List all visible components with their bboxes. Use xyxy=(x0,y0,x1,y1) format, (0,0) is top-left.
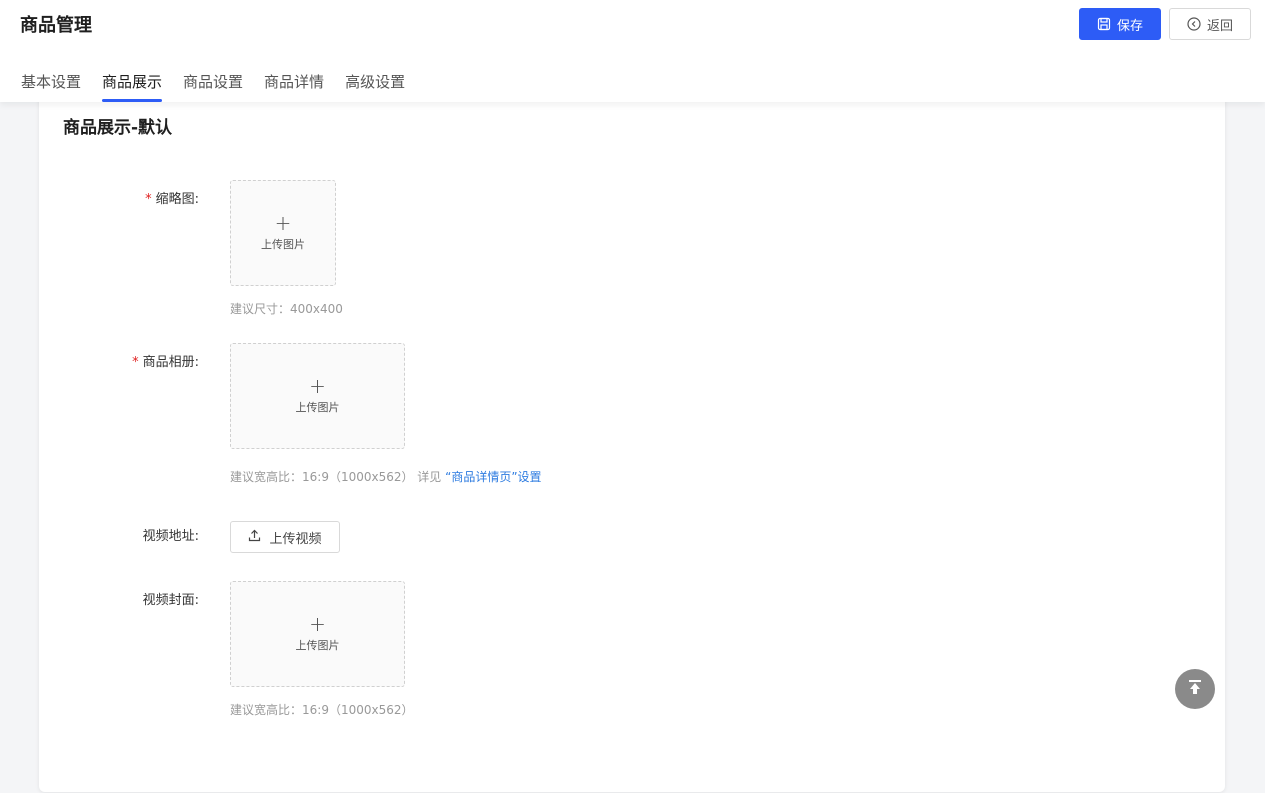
album-hint: 建议宽高比：16:9（1000x562） 详见 “商品详情页”设置 xyxy=(230,469,542,485)
video-cover-upload[interactable]: + 上传图片 xyxy=(230,581,405,687)
circle-chevron-left-icon xyxy=(1187,17,1201,31)
tab-product-display[interactable]: 商品展示 xyxy=(102,62,163,102)
upload-video-button[interactable]: 上传视频 xyxy=(230,521,340,553)
video-cover-hint: 建议宽高比：16:9（1000x562） xyxy=(230,703,414,717)
plus-icon: + xyxy=(309,374,326,398)
thumbnail-upload[interactable]: + 上传图片 xyxy=(230,180,336,286)
plus-icon: + xyxy=(274,211,292,235)
save-icon xyxy=(1097,17,1111,31)
thumbnail-label: 缩略图: xyxy=(155,192,199,207)
upload-video-label: 上传视频 xyxy=(269,531,322,547)
page-title: 商品管理 xyxy=(20,15,92,36)
tab-basic-settings[interactable]: 基本设置 xyxy=(21,62,81,102)
album-label: 商品相册: xyxy=(142,355,199,370)
tab-product-settings[interactable]: 商品设置 xyxy=(183,62,243,102)
video-label: 视频地址: xyxy=(142,529,199,544)
save-label: 保存 xyxy=(1116,18,1143,34)
required-mark: * xyxy=(132,355,139,370)
page-header: 商品管理 保存 返回 基本设置 商品展示 商品设置 商品详情 高级设置 xyxy=(0,0,1265,102)
tab-advanced-settings[interactable]: 高级设置 xyxy=(345,62,405,102)
required-mark: * xyxy=(145,192,152,207)
upload-text: 上传图片 xyxy=(295,401,340,414)
album-hint-text: 建议宽高比：16:9（1000x562） 详见 xyxy=(230,470,446,484)
back-button[interactable]: 返回 xyxy=(1169,8,1251,40)
back-to-top-button[interactable] xyxy=(1175,669,1215,709)
save-button[interactable]: 保存 xyxy=(1079,8,1161,40)
upload-icon xyxy=(248,529,261,546)
tab-bar: 基本设置 商品展示 商品设置 商品详情 高级设置 xyxy=(0,62,405,102)
upload-text: 上传图片 xyxy=(261,238,305,251)
upload-text: 上传图片 xyxy=(295,639,340,652)
form-card: 商品展示-默认 * 缩略图: + 上传图片 建议尺寸：400x400 * 商品相册:… xyxy=(39,92,1225,792)
album-upload[interactable]: + 上传图片 xyxy=(230,343,405,449)
plus-icon: + xyxy=(309,612,326,636)
thumbnail-hint: 建议尺寸：400x400 xyxy=(230,302,343,316)
product-detail-settings-link[interactable]: “商品详情页”设置 xyxy=(445,470,541,484)
video-cover-label: 视频封面: xyxy=(142,593,199,608)
back-label: 返回 xyxy=(1206,18,1233,34)
album-label-row: * 商品相册: xyxy=(39,354,199,372)
section-title: 商品展示-默认 xyxy=(63,118,173,138)
arrow-to-top-icon xyxy=(1186,678,1204,700)
thumbnail-label-row: * 缩略图: xyxy=(39,191,199,209)
tab-product-details[interactable]: 商品详情 xyxy=(264,62,324,102)
